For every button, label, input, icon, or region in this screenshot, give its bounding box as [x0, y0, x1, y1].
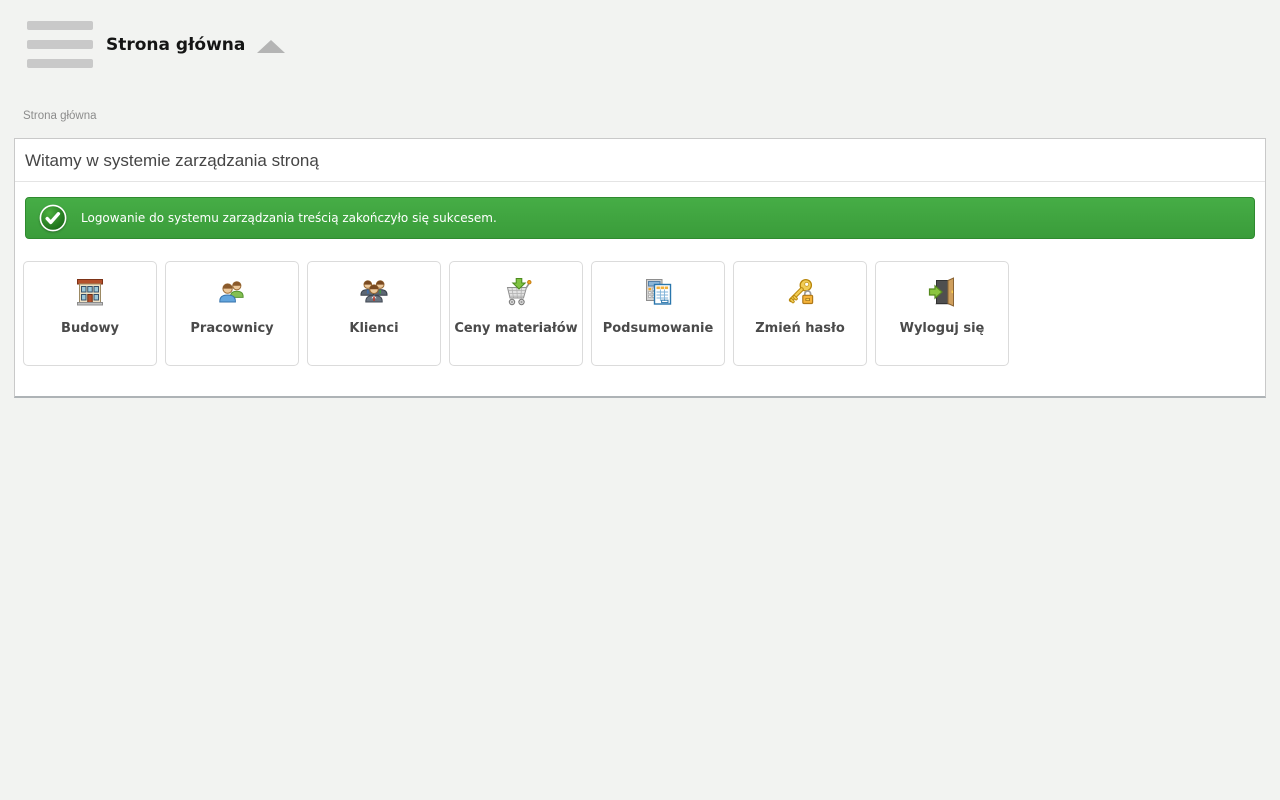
clients-icon — [358, 276, 390, 308]
tile-label: Ceny materiałów — [454, 321, 577, 336]
hamburger-icon[interactable] — [27, 21, 93, 68]
tile-ceny-materialow[interactable]: Ceny materiałów — [449, 261, 583, 366]
tile-klienci[interactable]: Klienci — [307, 261, 441, 366]
logout-door-icon — [926, 276, 958, 308]
tile-label: Klienci — [349, 321, 398, 336]
tile-budowy[interactable]: Budowy — [23, 261, 157, 366]
content-panel: Witamy w systemie zarządzania stroną Log… — [14, 138, 1266, 398]
hamburger-bar — [27, 40, 93, 49]
tile-wyloguj-sie[interactable]: Wyloguj się — [875, 261, 1009, 366]
hamburger-bar — [27, 59, 93, 68]
summary-table-icon — [642, 276, 674, 308]
tile-label: Zmień hasło — [755, 321, 845, 336]
tile-label: Pracownicy — [190, 321, 273, 336]
triangle-up-icon[interactable] — [257, 40, 285, 53]
success-alert: Logowanie do systemu zarządzania treścią… — [25, 197, 1255, 239]
tile-label: Podsumowanie — [603, 321, 714, 336]
tile-podsumowanie[interactable]: Podsumowanie — [591, 261, 725, 366]
cart-icon — [500, 276, 532, 308]
page-title: Strona główna — [106, 35, 245, 55]
breadcrumb[interactable]: Strona główna — [23, 110, 97, 122]
tile-pracownicy[interactable]: Pracownicy — [165, 261, 299, 366]
tile-label: Wyloguj się — [900, 321, 985, 336]
app-header: Strona główna — [0, 0, 1280, 68]
building-icon — [74, 276, 106, 308]
alert-message: Logowanie do systemu zarządzania treścią… — [81, 211, 497, 225]
hamburger-bar — [27, 21, 93, 30]
tile-label: Budowy — [61, 321, 119, 336]
tile-zmien-haslo[interactable]: Zmień hasło — [733, 261, 867, 366]
key-lock-icon — [784, 276, 816, 308]
employees-icon — [216, 276, 248, 308]
panel-heading: Witamy w systemie zarządzania stroną — [15, 139, 1265, 182]
check-icon — [39, 204, 67, 232]
tiles-row: Budowy Pracownicy — [23, 261, 1257, 366]
